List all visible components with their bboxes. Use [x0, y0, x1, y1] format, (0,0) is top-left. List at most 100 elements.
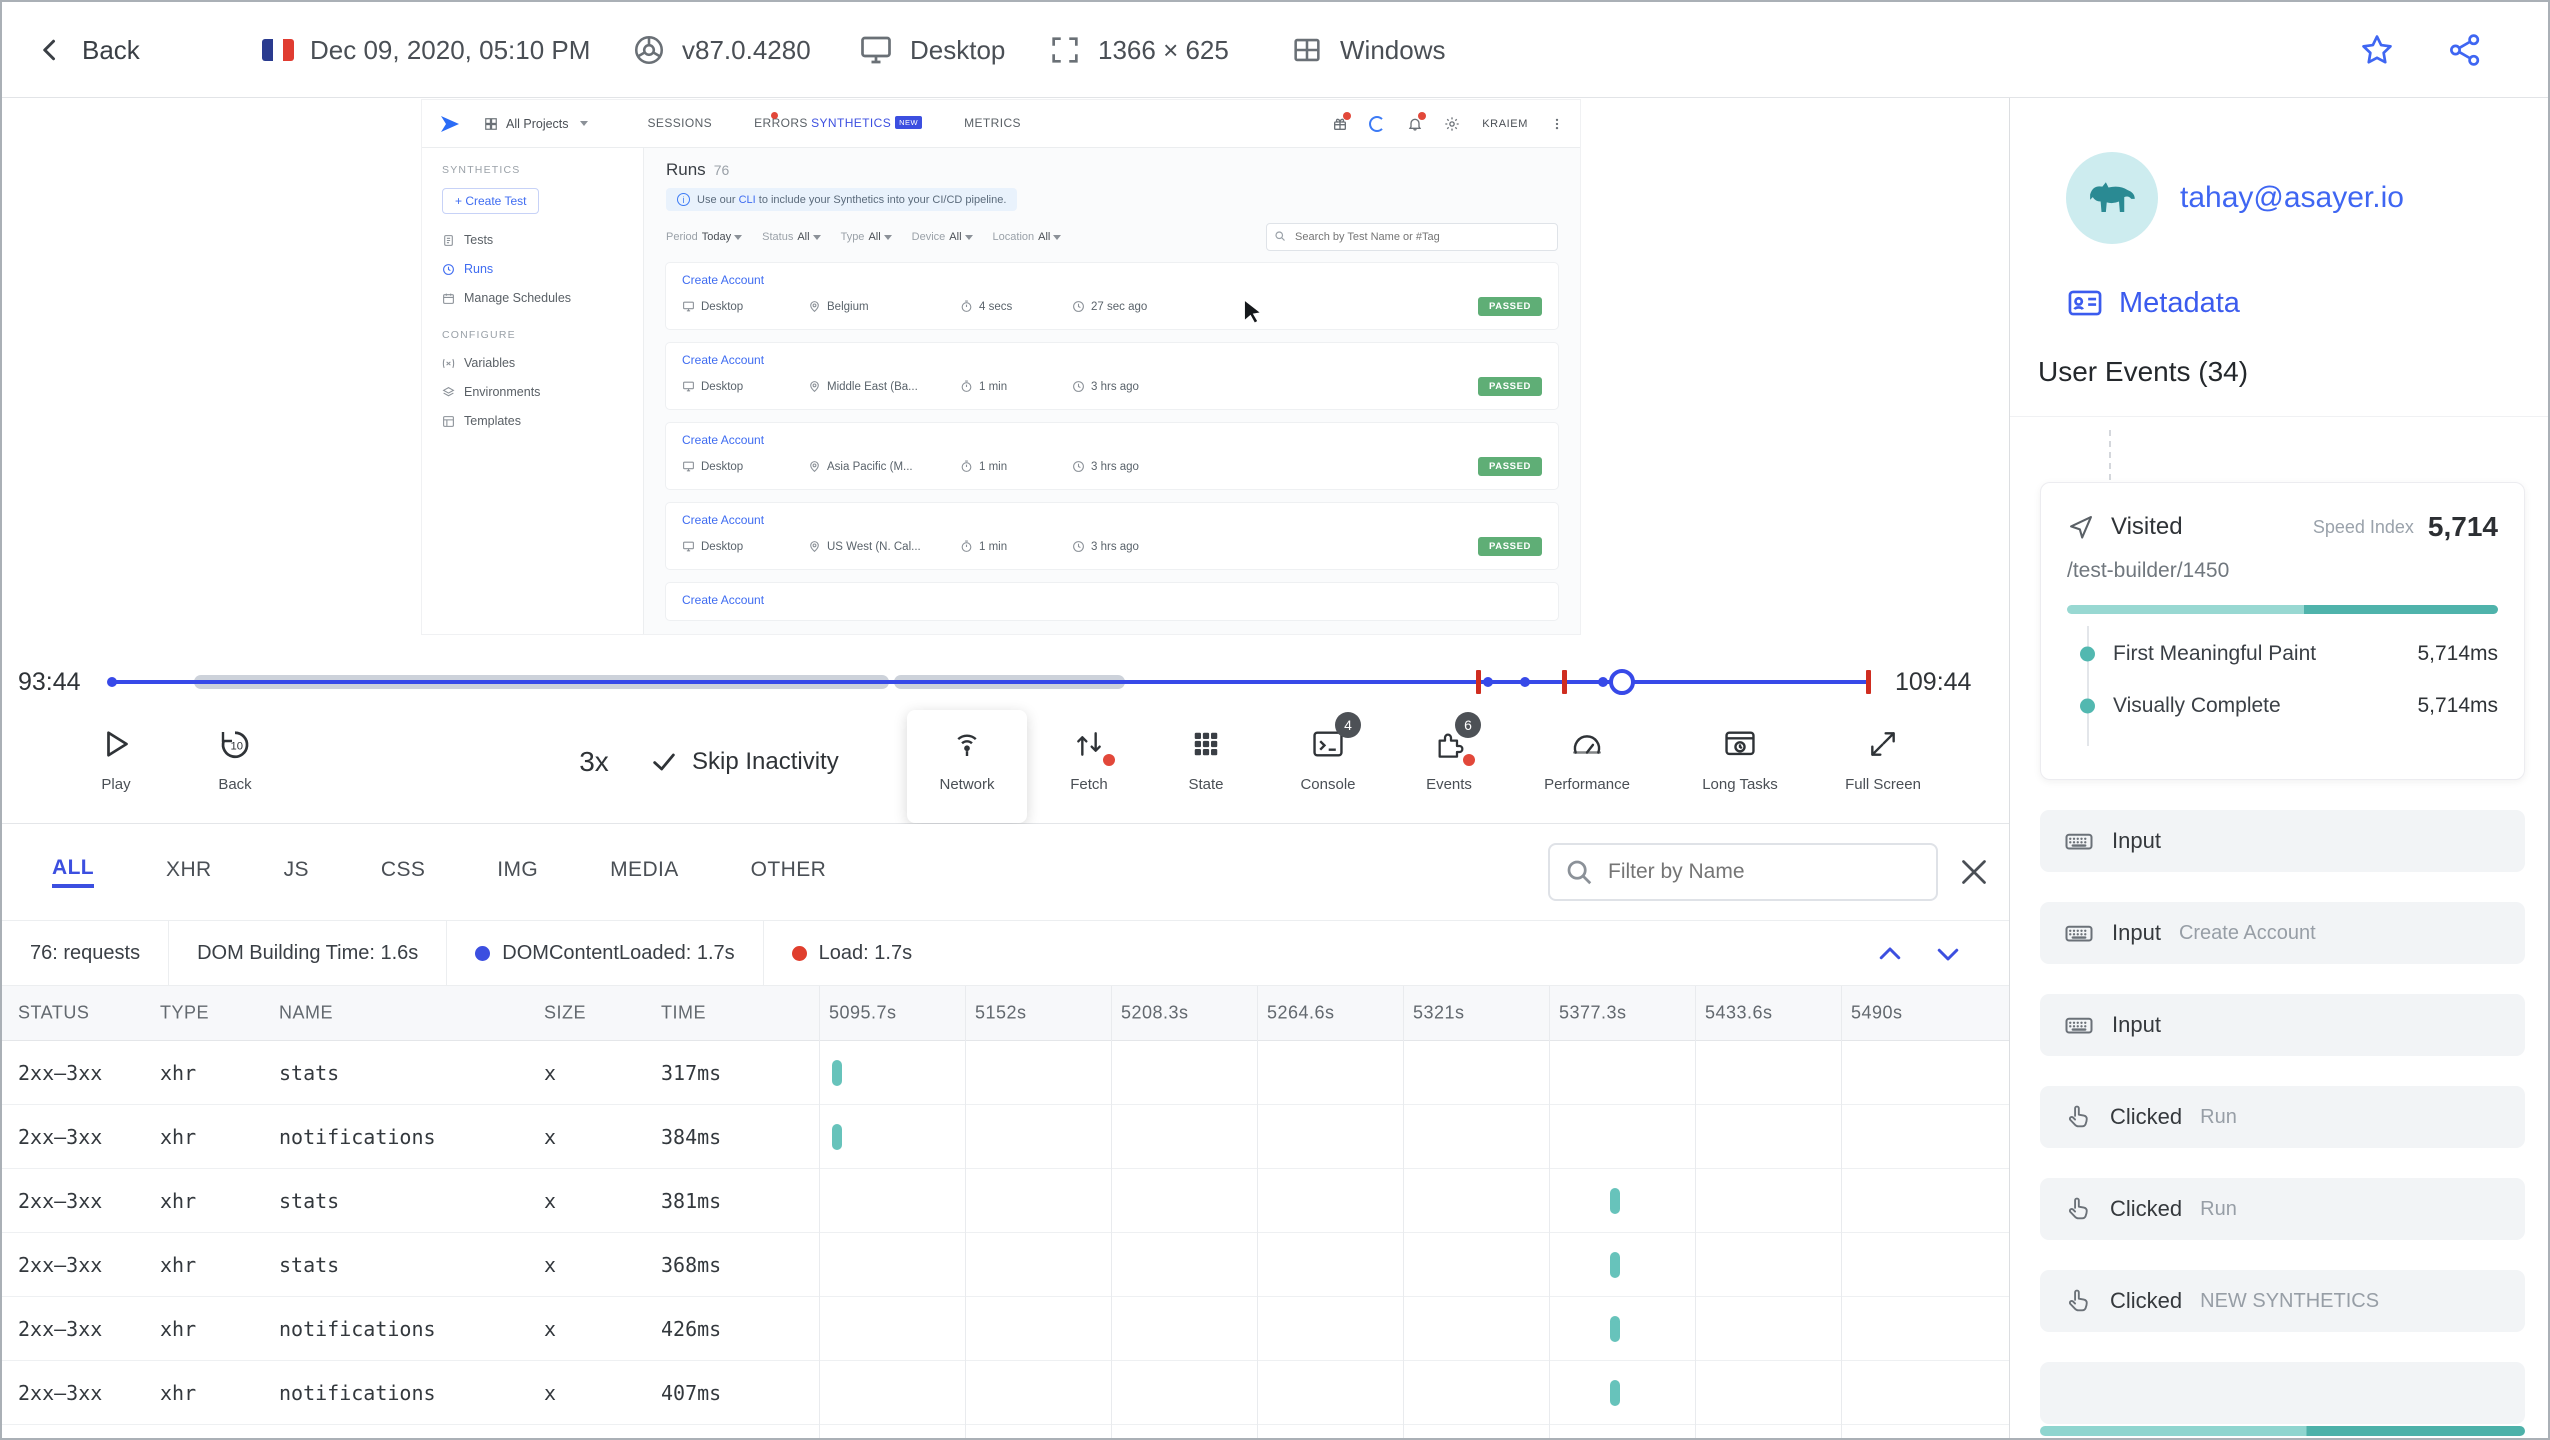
- session-date: Dec 09, 2020, 05:10 PM: [310, 34, 591, 65]
- run-ago: 3 hrs ago: [1091, 460, 1139, 473]
- state-icon: [1191, 724, 1221, 764]
- replay-stage[interactable]: All Projects SESSIONS ERRORS SYNTHETICS N…: [2, 98, 2009, 654]
- session-replay-window: Back Dec 09, 2020, 05:10 PM v87.0.4280 D…: [0, 0, 2550, 1440]
- network-tab-img[interactable]: IMG: [497, 858, 538, 886]
- check-icon: [653, 753, 675, 771]
- user-events-list: Visited Speed Index 5,714 /test-builder/…: [2040, 482, 2525, 1424]
- run-device: Desktop: [701, 300, 744, 313]
- network-filter-input[interactable]: [1548, 843, 1938, 901]
- visited-event-card[interactable]: Visited Speed Index 5,714 /test-builder/…: [2040, 482, 2525, 780]
- recorded-cursor-icon: [1243, 298, 1263, 325]
- console-tool-button[interactable]: 4 Console: [1268, 712, 1388, 793]
- id-card-icon: [2068, 290, 2102, 316]
- metadata-label: Metadata: [2119, 286, 2240, 319]
- red-dot-badge: [1463, 754, 1475, 766]
- chevron-down-icon: [734, 234, 743, 240]
- runs-search: [1266, 223, 1558, 251]
- click-event-card[interactable]: Clicked Run: [2040, 1086, 2525, 1148]
- fetch-tool-button[interactable]: Fetch: [1029, 724, 1149, 793]
- location-pin-icon: [810, 461, 819, 473]
- state-tool-button[interactable]: State: [1146, 724, 1266, 793]
- full-screen-button[interactable]: Full Screen: [1813, 724, 1953, 793]
- input-event-card[interactable]: Input Create Account: [2040, 902, 2525, 964]
- console-icon: 4: [1311, 712, 1361, 764]
- requests-count: 76: requests: [30, 941, 141, 964]
- performance-tool-button[interactable]: Performance: [1517, 724, 1657, 793]
- new-badge: NEW: [895, 116, 923, 129]
- metadata-button[interactable]: Metadata: [2066, 284, 2240, 322]
- request-row[interactable]: 2xx–3xx xhr notifications x 426ms: [2, 1297, 2009, 1361]
- browser-version: v87.0.4280: [682, 34, 811, 65]
- create-test-button: + Create Test: [442, 188, 540, 214]
- click-event-card[interactable]: Clicked Run: [2040, 1178, 2525, 1240]
- kebab-menu-icon: [1550, 116, 1564, 132]
- network-tab-media[interactable]: MEDIA: [610, 858, 679, 886]
- clock-icon: [1073, 301, 1084, 312]
- tab-synthetics-label: SYNTHETICS: [811, 116, 892, 130]
- user-events-title: User Events (34): [2038, 356, 2249, 387]
- status-badge: PASSED: [1478, 537, 1542, 556]
- long-tasks-icon: [1723, 724, 1757, 764]
- divider: [2010, 416, 2548, 417]
- click-event-card[interactable]: Clicked NEW SYNTHETICS: [2040, 1270, 2525, 1332]
- monitor-icon: [683, 461, 694, 472]
- timeline-playhead[interactable]: [1609, 669, 1635, 695]
- runs-count: 76: [713, 162, 730, 178]
- network-tab-css[interactable]: CSS: [381, 858, 425, 886]
- request-row[interactable]: 2xx–3xx xhr stats x 317ms: [2, 1041, 2009, 1105]
- timeline-error-marker: [1562, 670, 1567, 694]
- clock-icon: [1073, 541, 1084, 552]
- speed-index-value: 5,714: [2427, 511, 2498, 542]
- network-tab-all[interactable]: ALL: [52, 856, 95, 888]
- back-button[interactable]: Back: [36, 2, 140, 98]
- network-tab-other[interactable]: OTHER: [751, 858, 827, 886]
- play-button[interactable]: Play: [56, 724, 176, 793]
- run-card: Create Account Desktop Belgium 4 secs 27…: [666, 263, 1558, 329]
- close-panel-button[interactable]: [1956, 854, 1992, 890]
- pointer-hand-icon: [2064, 1287, 2092, 1315]
- stopwatch-icon: [961, 380, 972, 392]
- metric-visually-complete: Visually Complete 5,714ms: [2113, 694, 2498, 717]
- timeline[interactable]: 93:44 109:44: [2, 654, 2009, 710]
- loading-spinner-icon: [1369, 115, 1386, 132]
- sidebar-item-label: Tests: [464, 233, 494, 247]
- play-icon: [98, 724, 134, 764]
- network-tool-button[interactable]: Network: [907, 724, 1027, 793]
- chevron-down-icon[interactable]: [1933, 939, 1963, 969]
- request-row[interactable]: 2xx–3xx xhr stats x 368ms: [2, 1233, 2009, 1297]
- request-row[interactable]: 2xx–3xx xhr stats x 381ms: [2, 1169, 2009, 1233]
- request-row[interactable]: 2xx–3xx xhr notifications x 407ms: [2, 1361, 2009, 1425]
- resolution-label: 1366 × 625: [1098, 34, 1229, 65]
- timeline-error-marker: [1866, 670, 1871, 694]
- events-tool-button[interactable]: 6 Events: [1389, 712, 1509, 793]
- favorite-button[interactable]: [2358, 2, 2396, 98]
- speed-button[interactable]: 3x: [554, 746, 634, 778]
- back-10s-button[interactable]: 10 Back: [175, 724, 295, 793]
- replayed-app-nav: All Projects SESSIONS ERRORS SYNTHETICS N…: [422, 100, 1580, 148]
- stopwatch-icon: [961, 300, 972, 312]
- request-bar: [1610, 1252, 1621, 1278]
- sidebar-item-templates: Templates: [442, 414, 623, 428]
- sidebar-item-environments: Environments: [442, 385, 623, 399]
- share-button[interactable]: [2446, 2, 2484, 98]
- tab-synthetics: SYNTHETICS NEW: [811, 116, 923, 131]
- request-bar: [832, 1124, 843, 1150]
- col-type: TYPE: [160, 1002, 210, 1023]
- network-tab-js[interactable]: JS: [284, 858, 309, 886]
- chevron-up-icon[interactable]: [1875, 939, 1905, 969]
- run-device: Desktop: [701, 380, 744, 393]
- back-label: Back: [82, 34, 140, 65]
- layers-icon: [442, 386, 455, 396]
- variables-icon: [442, 358, 455, 368]
- request-row[interactable]: 2xx–3xx xhr notifications x 384ms: [2, 1105, 2009, 1169]
- input-event-card[interactable]: Input: [2040, 994, 2525, 1056]
- long-tasks-tool-button[interactable]: Long Tasks: [1670, 724, 1810, 793]
- skip-inactivity-toggle[interactable]: Skip Inactivity: [650, 748, 839, 776]
- request-bar: [1610, 1380, 1621, 1406]
- stopwatch-icon: [961, 460, 972, 472]
- input-event-card[interactable]: Input: [2040, 810, 2525, 872]
- search-icon: [1567, 860, 1592, 885]
- runs-search-input: [1266, 223, 1558, 251]
- network-tab-xhr[interactable]: XHR: [166, 858, 212, 886]
- runs-list: Create Account Desktop Belgium 4 secs 27…: [666, 263, 1558, 620]
